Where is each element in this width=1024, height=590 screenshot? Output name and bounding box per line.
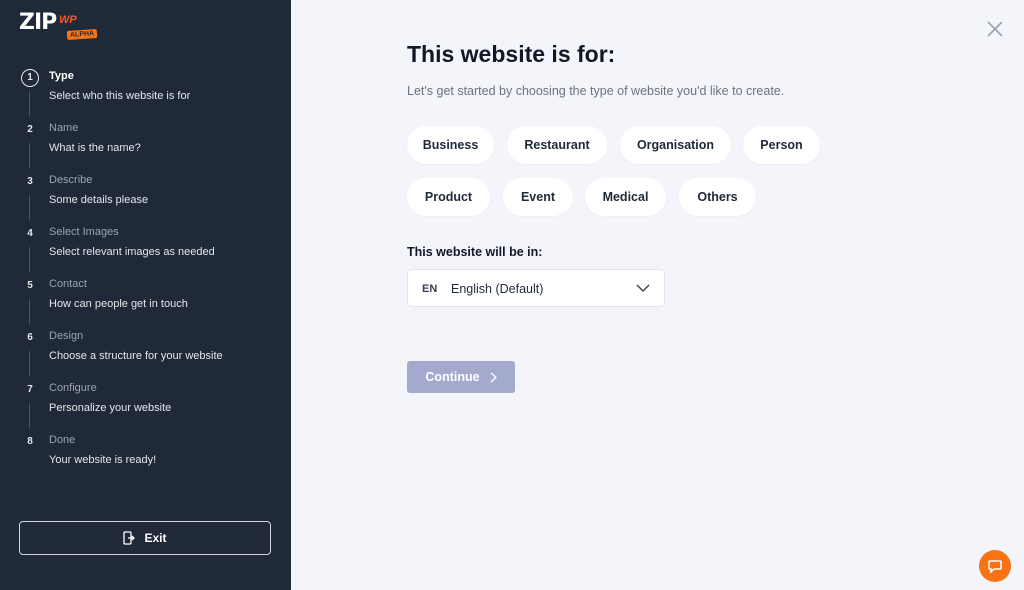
exit-button[interactable]: Exit <box>19 521 271 555</box>
step-description: Select relevant images as needed <box>49 246 215 258</box>
step-title: Done <box>49 434 76 446</box>
exit-icon <box>123 531 136 545</box>
type-option-organisation[interactable]: Organisation <box>620 126 731 164</box>
close-icon[interactable] <box>985 19 1005 39</box>
language-label: This website will be in: <box>407 245 543 259</box>
step-number: 2 <box>27 124 33 135</box>
step-done[interactable]: 8 Done Your website is ready! <box>0 428 291 480</box>
step-describe[interactable]: 3 Describe Some details please <box>0 168 291 220</box>
step-connector <box>29 403 30 428</box>
step-description: Choose a structure for your website <box>49 350 223 362</box>
step-connector <box>29 143 30 168</box>
type-option-others[interactable]: Others <box>679 178 756 216</box>
continue-button[interactable]: Continue <box>407 361 515 393</box>
step-contact[interactable]: 5 Contact How can people get in touch <box>0 272 291 324</box>
step-title: Name <box>49 122 79 134</box>
step-select-images[interactable]: 4 Select Images Select relevant images a… <box>0 220 291 272</box>
step-number: 5 <box>27 280 33 291</box>
step-title: Type <box>49 70 74 82</box>
chevron-down-icon <box>636 284 650 292</box>
sidebar: ZIP WP ALPHA 1 Type Select who this webs… <box>0 0 291 590</box>
step-description: What is the name? <box>49 142 141 154</box>
step-title: Select Images <box>49 226 119 238</box>
step-number: 1 <box>21 69 39 87</box>
help-chat-button[interactable] <box>979 550 1011 582</box>
step-description: Personalize your website <box>49 402 172 414</box>
page-subtitle: Let's get started by choosing the type o… <box>407 84 785 98</box>
step-connector <box>29 299 30 324</box>
chevron-right-icon <box>490 371 497 383</box>
type-option-person[interactable]: Person <box>743 126 820 164</box>
step-number: 3 <box>27 176 33 187</box>
step-number: 7 <box>27 384 33 395</box>
continue-label: Continue <box>425 370 480 384</box>
step-title: Contact <box>49 278 87 290</box>
step-title: Design <box>49 330 84 342</box>
logo-text: ZIP <box>19 10 57 35</box>
chat-icon <box>988 560 1002 574</box>
step-configure[interactable]: 7 Configure Personalize your website <box>0 376 291 428</box>
step-description: Some details please <box>49 194 149 206</box>
type-option-medical[interactable]: Medical <box>585 178 666 216</box>
step-title: Describe <box>49 174 93 186</box>
language-code: EN <box>422 283 438 295</box>
page-title: This website is for: <box>407 41 616 67</box>
step-number: 8 <box>27 436 33 447</box>
logo-wp: WP <box>59 14 77 26</box>
language-select[interactable]: EN English (Default) <box>407 269 665 307</box>
step-connector <box>29 195 30 220</box>
step-connector <box>29 91 30 116</box>
main-panel: This website is for: Let's get started b… <box>291 0 1024 590</box>
type-option-event[interactable]: Event <box>503 178 573 216</box>
exit-label: Exit <box>144 531 167 545</box>
step-connector <box>29 351 30 376</box>
type-option-business[interactable]: Business <box>407 126 494 164</box>
step-connector <box>29 247 30 272</box>
type-option-product[interactable]: Product <box>407 178 490 216</box>
language-name: English (Default) <box>451 282 544 296</box>
step-design[interactable]: 6 Design Choose a structure for your web… <box>0 324 291 376</box>
type-option-restaurant[interactable]: Restaurant <box>507 126 607 164</box>
step-description: Your website is ready! <box>49 454 157 466</box>
step-description: Select who this website is for <box>49 90 191 102</box>
step-description: How can people get in touch <box>49 298 188 310</box>
step-name[interactable]: 2 Name What is the name? <box>0 116 291 168</box>
logo: ZIP WP ALPHA <box>19 10 109 44</box>
step-number: 6 <box>27 332 33 343</box>
step-number: 4 <box>27 228 33 239</box>
step-type[interactable]: 1 Type Select who this website is for <box>0 64 291 116</box>
logo-badge: ALPHA <box>66 28 98 41</box>
step-title: Configure <box>49 382 97 394</box>
